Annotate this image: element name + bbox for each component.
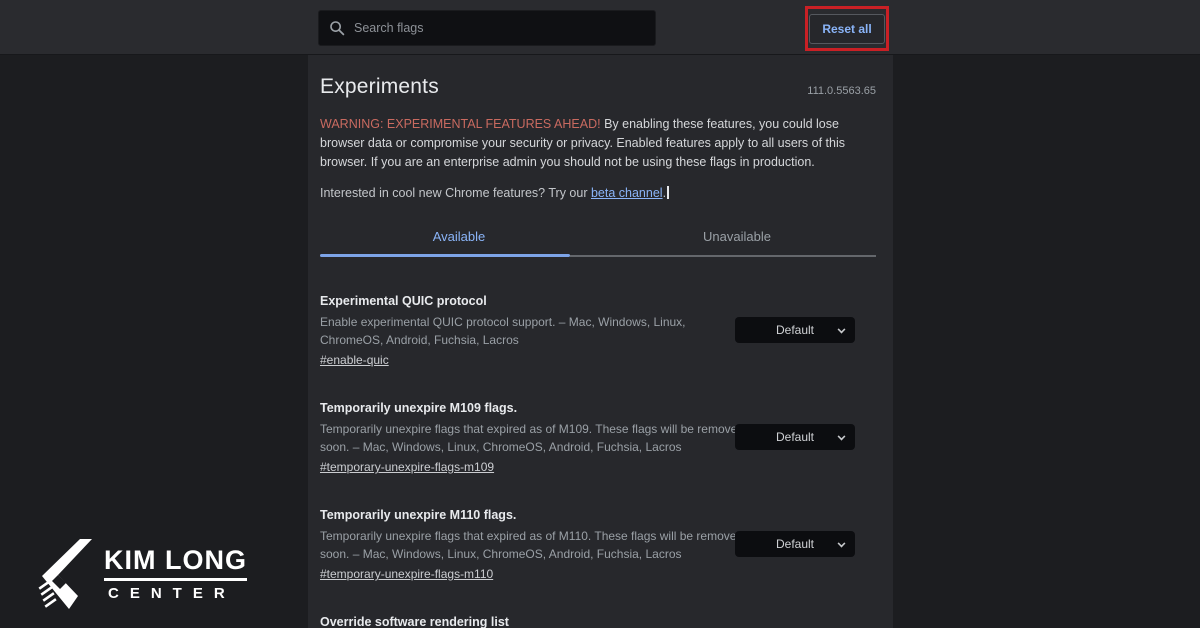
flag-value-select[interactable]: Default <box>735 424 855 450</box>
top-toolbar: Reset all <box>0 0 1200 55</box>
logo-text: KIM LONG CENTER <box>104 545 247 603</box>
flag-value-select[interactable]: Default <box>735 317 855 343</box>
page-title: Experiments <box>320 75 439 99</box>
red-highlight-annotation: Reset all <box>805 6 889 51</box>
tab-available[interactable]: Available <box>320 225 598 254</box>
experimental-warning: WARNING: EXPERIMENTAL FEATURES AHEAD! By… <box>320 115 876 172</box>
active-tab-indicator <box>320 254 570 257</box>
reset-all-button[interactable]: Reset all <box>809 14 884 44</box>
beta-promo-line: Interested in cool new Chrome features? … <box>320 184 876 203</box>
page-header: Experiments 111.0.5563.65 <box>320 55 876 99</box>
search-icon <box>329 20 345 36</box>
select-value: Default <box>776 430 814 444</box>
select-value: Default <box>776 323 814 337</box>
flags-page-panel: Experiments 111.0.5563.65 WARNING: EXPER… <box>308 55 893 628</box>
flag-description: Temporarily unexpire flags that expired … <box>320 420 752 456</box>
flag-title: Temporarily unexpire M110 flags. <box>320 508 876 522</box>
warning-highlight: WARNING: EXPERIMENTAL FEATURES AHEAD! <box>320 117 601 131</box>
tab-unavailable[interactable]: Unavailable <box>598 225 876 254</box>
flag-permalink[interactable]: #temporary-unexpire-flags-m110 <box>320 567 493 581</box>
tab-underline <box>320 254 876 257</box>
flag-entry-override-software-rendering: Override software rendering list <box>320 615 876 628</box>
chrome-version: 111.0.5563.65 <box>807 85 876 99</box>
search-input[interactable] <box>354 21 645 35</box>
chevron-down-icon <box>838 433 846 441</box>
flag-entry-enable-quic: Experimental QUIC protocol Enable experi… <box>320 294 876 371</box>
flag-description: Enable experimental QUIC protocol suppor… <box>320 313 752 349</box>
flag-entry-unexpire-m109: Temporarily unexpire M109 flags. Tempora… <box>320 401 876 478</box>
logo-line1: KIM LONG <box>104 545 247 575</box>
select-value: Default <box>776 537 814 551</box>
flag-entry-unexpire-m110: Temporarily unexpire M110 flags. Tempora… <box>320 508 876 585</box>
flag-title: Temporarily unexpire M109 flags. <box>320 401 876 415</box>
logo-line2: CENTER <box>104 585 247 603</box>
flag-list: Experimental QUIC protocol Enable experi… <box>320 294 876 628</box>
chevron-down-icon <box>838 326 846 334</box>
flag-value-select[interactable]: Default <box>735 531 855 557</box>
boomerang-logo-icon <box>36 538 94 610</box>
tab-strip: Available Unavailable <box>320 225 876 254</box>
flag-title: Override software rendering list <box>320 615 876 628</box>
flag-title: Experimental QUIC protocol <box>320 294 876 308</box>
flag-description: Temporarily unexpire flags that expired … <box>320 527 752 563</box>
tab-divider-line <box>570 255 876 257</box>
promo-suffix: . <box>663 186 666 200</box>
flag-permalink[interactable]: #temporary-unexpire-flags-m109 <box>320 460 494 474</box>
kim-long-center-watermark: KIM LONG CENTER <box>36 538 247 610</box>
beta-channel-link[interactable]: beta channel <box>591 186 663 200</box>
text-cursor <box>667 186 669 199</box>
chevron-down-icon <box>838 540 846 548</box>
search-box[interactable] <box>318 10 656 46</box>
promo-text: Interested in cool new Chrome features? … <box>320 186 591 200</box>
flag-permalink[interactable]: #enable-quic <box>320 353 389 367</box>
logo-divider <box>104 578 247 581</box>
